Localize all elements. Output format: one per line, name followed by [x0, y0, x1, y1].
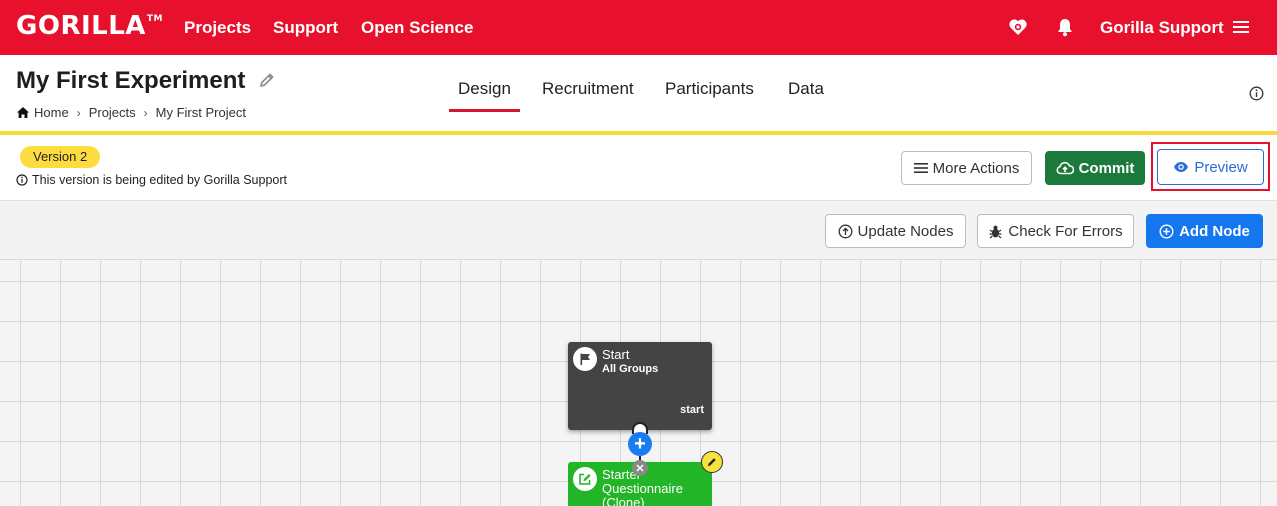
home-icon	[17, 107, 29, 118]
heart-badge-icon[interactable]	[1007, 16, 1029, 38]
tab-recruitment[interactable]: Recruitment	[542, 79, 634, 99]
pencil-icon[interactable]	[701, 451, 723, 473]
start-node-tag: start	[680, 404, 704, 416]
remove-connection-button[interactable]: ✕	[632, 460, 648, 476]
bell-icon[interactable]	[1054, 16, 1076, 38]
nav-projects[interactable]: Projects	[184, 18, 251, 38]
breadcrumb-project[interactable]: My First Project	[156, 105, 246, 120]
start-node-subtitle: All Groups	[602, 363, 659, 375]
update-nodes-button[interactable]: Update Nodes	[825, 214, 966, 248]
commit-button[interactable]: Commit	[1045, 151, 1145, 185]
questionnaire-node-title: Starter Questionnaire (Clone)	[602, 467, 683, 506]
cloud-upload-icon	[1056, 161, 1074, 175]
breadcrumb-projects[interactable]: Projects	[89, 105, 136, 120]
experiment-header: My First Experiment Home › Projects › My…	[0, 55, 1277, 131]
preview-highlight-box	[1151, 142, 1270, 191]
edit-square-icon	[573, 467, 597, 491]
start-node-title: Start	[602, 347, 630, 362]
plus-circle-icon	[1159, 223, 1174, 239]
info-icon[interactable]	[1249, 86, 1264, 101]
tab-design[interactable]: Design	[449, 79, 520, 112]
add-node-between-button[interactable]: +	[628, 432, 652, 456]
bug-icon	[989, 225, 1002, 238]
breadcrumb-home[interactable]: Home	[16, 105, 69, 120]
start-node[interactable]: Start All Groups start	[568, 342, 712, 430]
more-actions-button[interactable]: More Actions	[901, 151, 1032, 185]
version-badge: Version 2	[20, 146, 101, 168]
chevron-right-icon: ›	[76, 105, 81, 120]
chevron-right-icon: ›	[143, 105, 148, 120]
breadcrumb: Home › Projects › My First Project	[16, 105, 246, 120]
arrow-up-circle-icon	[838, 224, 852, 238]
user-menu-name[interactable]: Gorilla Support	[1100, 18, 1224, 38]
nav-support[interactable]: Support	[273, 18, 338, 38]
menu-icon[interactable]	[1232, 17, 1250, 37]
add-node-button[interactable]: Add Node	[1146, 214, 1263, 248]
flag-icon	[573, 347, 597, 371]
check-for-errors-button[interactable]: Check For Errors	[977, 214, 1134, 248]
nav-open-science[interactable]: Open Science	[361, 18, 473, 38]
page-title: My First Experiment	[16, 67, 246, 94]
pencil-edit-icon[interactable]	[258, 71, 276, 89]
tab-data[interactable]: Data	[788, 79, 824, 99]
tab-participants[interactable]: Participants	[665, 79, 754, 99]
menu-icon	[913, 163, 928, 173]
gorilla-logo[interactable]: GORILLATM	[16, 11, 163, 41]
top-navbar: GORILLATM Projects Support Open Science …	[0, 0, 1277, 55]
version-note: This version is being edited by Gorilla …	[16, 173, 287, 187]
info-icon	[16, 174, 28, 186]
